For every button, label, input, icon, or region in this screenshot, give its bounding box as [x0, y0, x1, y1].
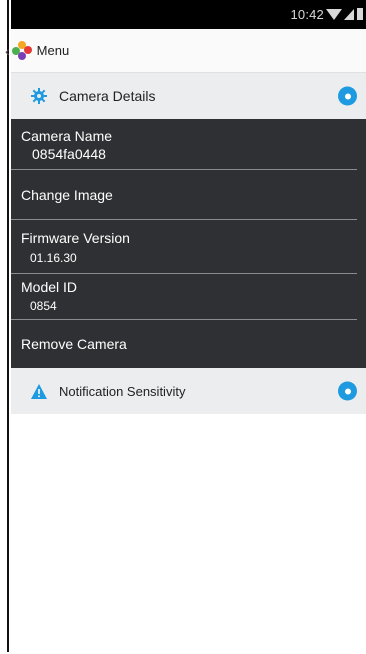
notification-sensitivity-header[interactable]: Notification Sensitivity	[11, 368, 366, 414]
camera-details-header[interactable]: Camera Details	[11, 72, 366, 119]
camera-details-panel: Camera Name 0854fa0448 Change Image Firm…	[11, 119, 366, 368]
help-icon[interactable]	[338, 381, 357, 401]
status-bar: 10:42	[11, 0, 366, 29]
status-time: 10:42	[290, 7, 324, 22]
chevron-left-icon[interactable]: ‹	[5, 44, 10, 58]
model-id-value: 0854	[30, 299, 57, 313]
battery-icon	[357, 8, 363, 20]
model-id-row: Model ID 0854	[11, 274, 357, 320]
model-id-label: Model ID	[21, 279, 78, 295]
remove-camera-button[interactable]: Remove Camera	[11, 320, 357, 368]
remove-camera-label: Remove Camera	[21, 336, 127, 352]
firmware-version-row: Firmware Version 01.16.30	[11, 220, 357, 274]
signal-icon	[344, 9, 354, 20]
warning-icon	[31, 383, 47, 399]
change-image-button[interactable]: Change Image	[11, 170, 357, 220]
camera-name-row[interactable]: Camera Name 0854fa0448	[11, 119, 357, 170]
camera-name-label: Camera Name	[21, 128, 113, 144]
notification-sensitivity-title: Notification Sensitivity	[59, 383, 186, 399]
menu-button[interactable]: Menu	[37, 43, 70, 58]
app-bar: ‹ Menu	[5, 29, 366, 72]
gear-icon	[31, 88, 47, 104]
wifi-icon	[326, 9, 342, 20]
firmware-version-value: 01.16.30	[30, 251, 77, 265]
camera-name-value: 0854fa0448	[32, 146, 106, 162]
camera-details-title: Camera Details	[59, 88, 156, 104]
change-image-label: Change Image	[21, 187, 113, 203]
empty-content-area	[11, 414, 366, 654]
device-frame-edge	[0, 0, 9, 652]
firmware-version-label: Firmware Version	[21, 230, 130, 246]
help-icon[interactable]	[338, 86, 357, 106]
app-logo-icon[interactable]	[11, 40, 32, 61]
app-screen: 10:42 ‹ Menu Camera Details Camera Name …	[5, 0, 366, 654]
